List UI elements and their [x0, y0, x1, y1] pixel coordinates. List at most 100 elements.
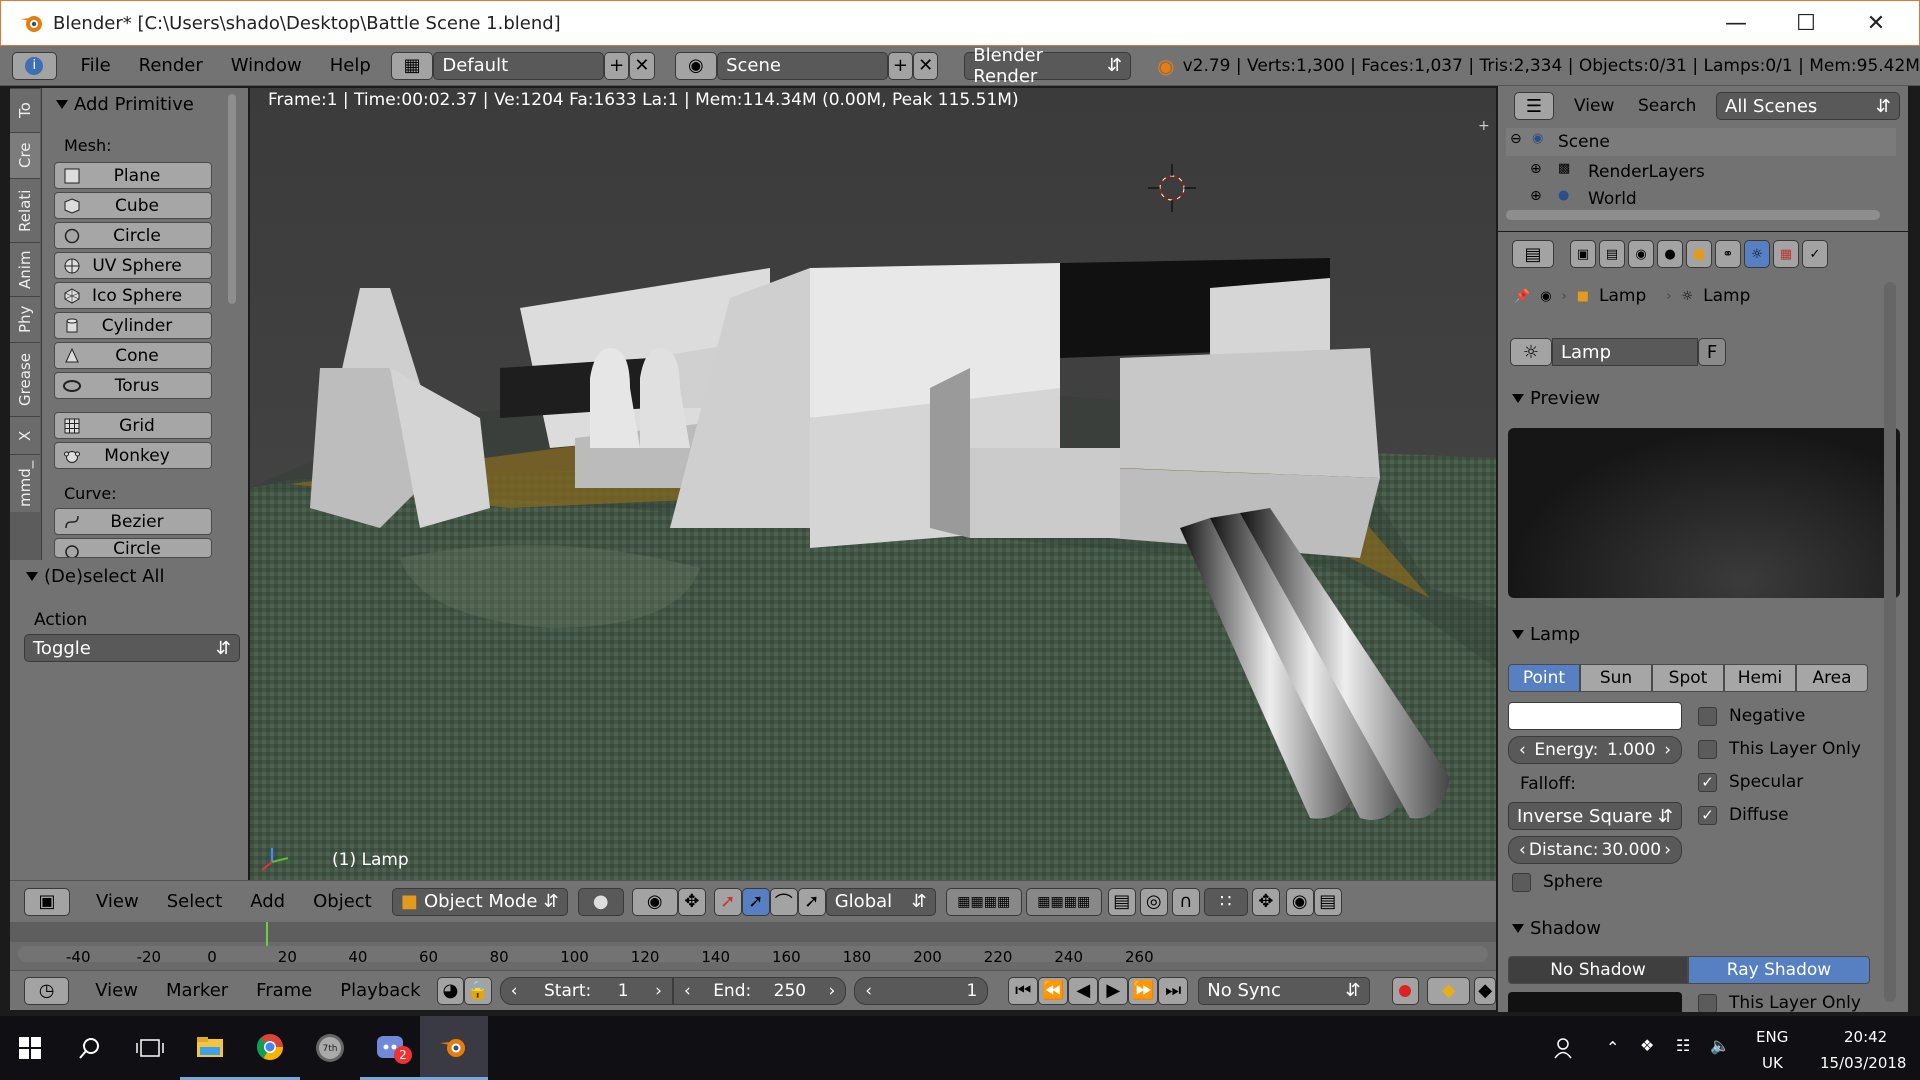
- mode-select[interactable]: ■ Object Mode ⇵: [391, 887, 568, 916]
- add-layout-button[interactable]: +: [604, 51, 630, 80]
- sync-mode-select[interactable]: No Sync ⇵: [1198, 976, 1370, 1005]
- language-bottom[interactable]: UK: [1762, 1054, 1783, 1072]
- lamp-panel-header[interactable]: Lamp: [1512, 620, 1580, 648]
- render-engine-select[interactable]: Blender Render ⇵: [964, 45, 1132, 87]
- timeline-menu-view[interactable]: View: [81, 980, 152, 1001]
- view3d-menu-object[interactable]: Object: [299, 891, 386, 912]
- scene-layers-grid-b[interactable]: ▦▦▦▦: [1025, 887, 1102, 916]
- lamp-data-tab-icon[interactable]: ☼: [1744, 240, 1770, 268]
- maximize-button[interactable]: ☐: [1771, 1, 1841, 45]
- lamp-type-hemi[interactable]: Hemi: [1724, 664, 1796, 692]
- render-animation-icon[interactable]: ▤: [1313, 887, 1342, 916]
- specular-checkbox[interactable]: ✓: [1698, 772, 1717, 792]
- play-reverse-icon[interactable]: ◀: [1068, 976, 1099, 1005]
- dropbox-icon[interactable]: ❖: [1640, 1036, 1654, 1055]
- preview-range-icon[interactable]: ◕: [436, 976, 465, 1005]
- deselect-all-panel-header[interactable]: (De)select All: [26, 562, 165, 590]
- tab-animation[interactable]: Anim: [10, 242, 40, 296]
- add-bezier-button[interactable]: Bezier: [54, 508, 212, 535]
- tray-chevron-icon[interactable]: ⌃: [1606, 1038, 1619, 1057]
- outliner-display-select[interactable]: All Scenes ⇵: [1716, 92, 1900, 120]
- close-button[interactable]: ✕: [1841, 1, 1911, 45]
- add-uv-sphere-button[interactable]: UV Sphere: [54, 252, 212, 279]
- outliner-h-scrollbar[interactable]: [1506, 210, 1880, 220]
- task-view-icon[interactable]: [120, 1016, 180, 1080]
- scene-layers-grid-a[interactable]: ▦▦▦▦: [945, 887, 1022, 916]
- keying-set-icon[interactable]: ◆: [1427, 976, 1471, 1005]
- outliner-row-world[interactable]: ⊕ ● World: [1506, 186, 1896, 212]
- scale-manipulator[interactable]: ⌒: [769, 887, 798, 916]
- editor-type-info-button[interactable]: i: [12, 51, 57, 80]
- outliner-row-renderlayers[interactable]: ⊕ ▩ RenderLayers: [1506, 158, 1896, 186]
- render-layers-tab-icon[interactable]: ▤: [1599, 240, 1625, 268]
- texture-tab-icon[interactable]: ▦: [1773, 240, 1799, 268]
- lamp-type-sun[interactable]: Sun: [1580, 664, 1652, 692]
- pin-icon[interactable]: 📌: [1514, 289, 1530, 304]
- pivot-point-select[interactable]: ◉: [631, 887, 678, 916]
- current-frame-field[interactable]: ‹ 1: [854, 976, 989, 1005]
- add-scene-button[interactable]: +: [887, 51, 914, 80]
- shadow-color-swatch[interactable]: [1508, 992, 1682, 1012]
- add-cone-button[interactable]: Cone: [54, 342, 212, 369]
- minimize-button[interactable]: —: [1701, 1, 1771, 45]
- jump-end-icon[interactable]: ⏭: [1158, 976, 1189, 1005]
- volume-icon[interactable]: 🔈: [1710, 1036, 1730, 1055]
- clock-date[interactable]: 15/03/2018: [1820, 1054, 1906, 1072]
- viewport-plus-icon[interactable]: +: [1478, 118, 1490, 134]
- scene-field[interactable]: Scene: [717, 51, 888, 80]
- start-frame-field[interactable]: ‹ Start: 1 ›: [499, 976, 673, 1005]
- negative-checkbox[interactable]: [1698, 706, 1717, 726]
- snap-element-select[interactable]: ∷: [1203, 887, 1248, 916]
- preview-panel-header[interactable]: Preview: [1512, 384, 1600, 412]
- add-monkey-button[interactable]: Monkey: [54, 442, 212, 469]
- view3d-menu-add[interactable]: Add: [236, 891, 299, 912]
- transform-orientation-select[interactable]: Global ⇵: [825, 887, 936, 916]
- timeline-menu-marker[interactable]: Marker: [152, 980, 242, 1001]
- action-select[interactable]: Toggle ⇵: [24, 634, 240, 662]
- toolshelf-scrollbar[interactable]: [226, 90, 238, 560]
- 3d-viewport[interactable]: Frame:1 | Time:00:02.37 | Ve:1204 Fa:163…: [250, 88, 1496, 880]
- add-plane-button[interactable]: Plane: [54, 162, 212, 189]
- outliner-row-scene[interactable]: ⊖ ◉ Scene: [1506, 128, 1896, 156]
- view3d-menu-view[interactable]: View: [82, 891, 153, 912]
- manipulator-toggle[interactable]: ✥: [677, 887, 706, 916]
- combo-manipulator[interactable]: ➚: [797, 887, 826, 916]
- timeline[interactable]: -40 -20 0 20 40 60 80 100 120 140 160 180 200 220 240 2…: [10, 922, 1496, 970]
- physics-tab-icon[interactable]: ✓: [1802, 240, 1828, 268]
- discord-icon[interactable]: 2: [360, 1016, 420, 1080]
- lamp-datablock-name[interactable]: Lamp: [1552, 338, 1698, 366]
- prev-keyframe-icon[interactable]: ⏪: [1038, 976, 1069, 1005]
- lock-icon[interactable]: 🔒: [464, 976, 492, 1005]
- add-ico-sphere-button[interactable]: Ico Sphere: [54, 282, 212, 309]
- add-torus-button[interactable]: Torus: [54, 372, 212, 399]
- lamp-color-swatch[interactable]: [1508, 702, 1682, 730]
- proportional-edit-icon[interactable]: ◎: [1139, 887, 1168, 916]
- end-frame-field[interactable]: ‹ End: 250 ›: [672, 976, 847, 1005]
- falloff-select[interactable]: Inverse Square ⇵: [1508, 802, 1682, 830]
- timeline-playhead[interactable]: [266, 922, 268, 946]
- timeline-menu-playback[interactable]: Playback: [326, 980, 434, 1001]
- outliner-view-menu[interactable]: View: [1574, 96, 1614, 116]
- windows-start-icon[interactable]: [0, 1016, 60, 1080]
- editor-type-timeline-button[interactable]: ◷: [24, 976, 70, 1005]
- render-still-icon[interactable]: ◉: [1285, 887, 1314, 916]
- snap-magnet-icon[interactable]: ∩: [1171, 887, 1200, 916]
- object-tab-icon[interactable]: ■: [1686, 240, 1712, 268]
- shadow-panel-header[interactable]: Shadow: [1512, 914, 1601, 942]
- wifi-icon[interactable]: ☷: [1676, 1036, 1690, 1055]
- screen-layout-field[interactable]: Default: [433, 51, 605, 80]
- shadow-this-layer-only-checkbox[interactable]: [1698, 994, 1717, 1012]
- this-layer-only-checkbox[interactable]: [1698, 739, 1717, 759]
- remove-layout-button[interactable]: ✕: [629, 51, 655, 80]
- translate-manipulator[interactable]: ➚: [713, 887, 742, 916]
- view3d-menu-select[interactable]: Select: [153, 891, 237, 912]
- sphere-checkbox-row[interactable]: Sphere: [1512, 872, 1603, 892]
- tab-create[interactable]: Cre: [10, 132, 40, 178]
- snap-target-icon[interactable]: ✥: [1251, 887, 1280, 916]
- collapse-icon[interactable]: ⊖: [1510, 131, 1522, 147]
- menu-file[interactable]: File: [67, 55, 125, 76]
- chrome-icon[interactable]: [240, 1016, 300, 1080]
- auto-keying-record-icon[interactable]: [1391, 976, 1420, 1005]
- editor-type-properties-button[interactable]: ▤: [1512, 240, 1554, 268]
- scene-icon[interactable]: ◉: [674, 51, 718, 80]
